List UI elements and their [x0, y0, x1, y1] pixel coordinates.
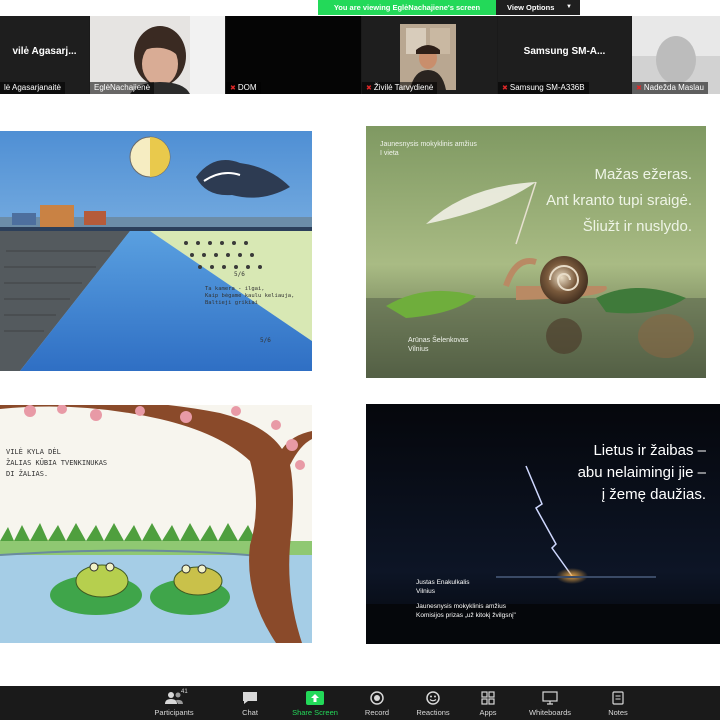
mic-muted-icon: ✖: [366, 85, 372, 92]
participant-tile[interactable]: ✖ DOM: [226, 16, 361, 94]
participant-tile-video[interactable]: EglėNachajienė: [90, 16, 225, 94]
slide-snail-haiku: Jaunesnysis mokyklinis amžius I vieta Ma…: [366, 126, 706, 378]
top-banner-area: You are viewing EglėNachajiene's screen …: [0, 0, 720, 16]
mic-muted-icon: ✖: [636, 85, 642, 92]
participant-name-label: ✖ Nadežda Maslau: [632, 82, 708, 94]
chevron-down-icon: ▼: [566, 4, 572, 10]
mic-muted-icon: ✖: [230, 85, 236, 92]
participant-name-large: Samsung SM-A...: [523, 46, 606, 57]
chat-label: Chat: [242, 708, 258, 717]
slide-lightning-haiku: Lietus ir žaibas – abu nelaimingi jie – …: [366, 404, 720, 644]
tree-frogs-drawing: [0, 405, 312, 643]
drawing-haiku-text: Ta kamera - ilgai, Kaip bėgame kaulu kel…: [205, 286, 295, 306]
notes-button[interactable]: Notes: [583, 688, 653, 720]
participant-name-large: vilė Agasarj...: [12, 46, 77, 57]
apps-icon: [453, 688, 523, 708]
view-options-button[interactable]: View Options ▼: [496, 0, 580, 15]
share-screen-label: Share Screen: [292, 708, 338, 717]
slide-category-note: Jaunesnysis mokyklinis amžius I vieta: [380, 141, 477, 157]
participant-name-label: ✖ DOM: [226, 82, 261, 94]
participant-strip: vilė Agasarj... lė Agasarjanaitė EglėNac…: [0, 16, 720, 94]
drawing-number: 5/6: [260, 337, 271, 344]
view-options-label: View Options: [507, 3, 555, 12]
participant-tile-video[interactable]: ✖ Živilė Tarvydienė: [362, 16, 497, 94]
apps-button[interactable]: Apps: [453, 688, 523, 720]
participant-tile-video[interactable]: ✖ Nadežda Maslau: [632, 16, 720, 94]
drawing-number: 5/6: [234, 271, 245, 278]
participants-icon: [139, 688, 209, 708]
author-credit: Arūnas Šelenkovas Vilnius: [408, 337, 469, 353]
whiteboards-label: Whiteboards: [528, 708, 572, 717]
chat-icon: [215, 688, 285, 708]
meeting-toolbar: 41 Participants Chat Share Screen Record…: [0, 686, 720, 720]
participant-tile[interactable]: vilė Agasarj... lė Agasarjanaitė: [0, 16, 89, 94]
viewing-screen-banner: You are viewing EglėNachajiene's screen: [318, 0, 496, 15]
participants-count: 41: [181, 689, 188, 695]
slide-tree-frogs: VILĖ KYLA DĖL ŽALIAS KŪBIA TVENKINUKAS D…: [0, 405, 312, 643]
notes-label: Notes: [608, 708, 628, 717]
landscape-painting: [0, 131, 312, 371]
lightning-haiku-text: Lietus ir žaibas – abu nelaimingi jie – …: [577, 442, 706, 503]
whiteboards-button[interactable]: Whiteboards: [515, 688, 585, 720]
slide-watercolor-landscape: Ta kamera - ilgai, Kaip bėgame kaulu kel…: [0, 131, 312, 371]
author-credit: Justas Enakulkalis Vilnius Jaunesnysis m…: [416, 579, 516, 619]
mic-muted-icon: ✖: [502, 85, 508, 92]
participants-label: Participants: [154, 708, 194, 717]
participant-name-label: ✖ Samsung SM-A336B: [498, 82, 589, 94]
snail-haiku-text: Mažas ežeras. Ant kranto tupi sraigė. Šl…: [546, 166, 692, 235]
share-screen-icon: [280, 688, 350, 708]
participant-tile[interactable]: Samsung SM-A... ✖ Samsung SM-A336B: [498, 16, 631, 94]
whiteboard-icon: [515, 688, 585, 708]
share-screen-button[interactable]: Share Screen: [280, 688, 350, 720]
participant-name-label: lė Agasarjanaitė: [0, 82, 65, 94]
drawing-haiku-text: VILĖ KYLA DĖL ŽALIAS KŪBIA TVENKINUKAS D…: [6, 448, 108, 478]
participants-button[interactable]: 41 Participants: [139, 688, 209, 720]
chat-button[interactable]: Chat: [215, 688, 285, 720]
participant-name-label: EglėNachajienė: [90, 82, 155, 94]
participant-name-label: ✖ Živilė Tarvydienė: [362, 82, 438, 94]
shared-screen: Ta kamera - ilgai, Kaip bėgame kaulu kel…: [0, 94, 720, 686]
apps-label: Apps: [479, 708, 497, 717]
notes-icon: [583, 688, 653, 708]
